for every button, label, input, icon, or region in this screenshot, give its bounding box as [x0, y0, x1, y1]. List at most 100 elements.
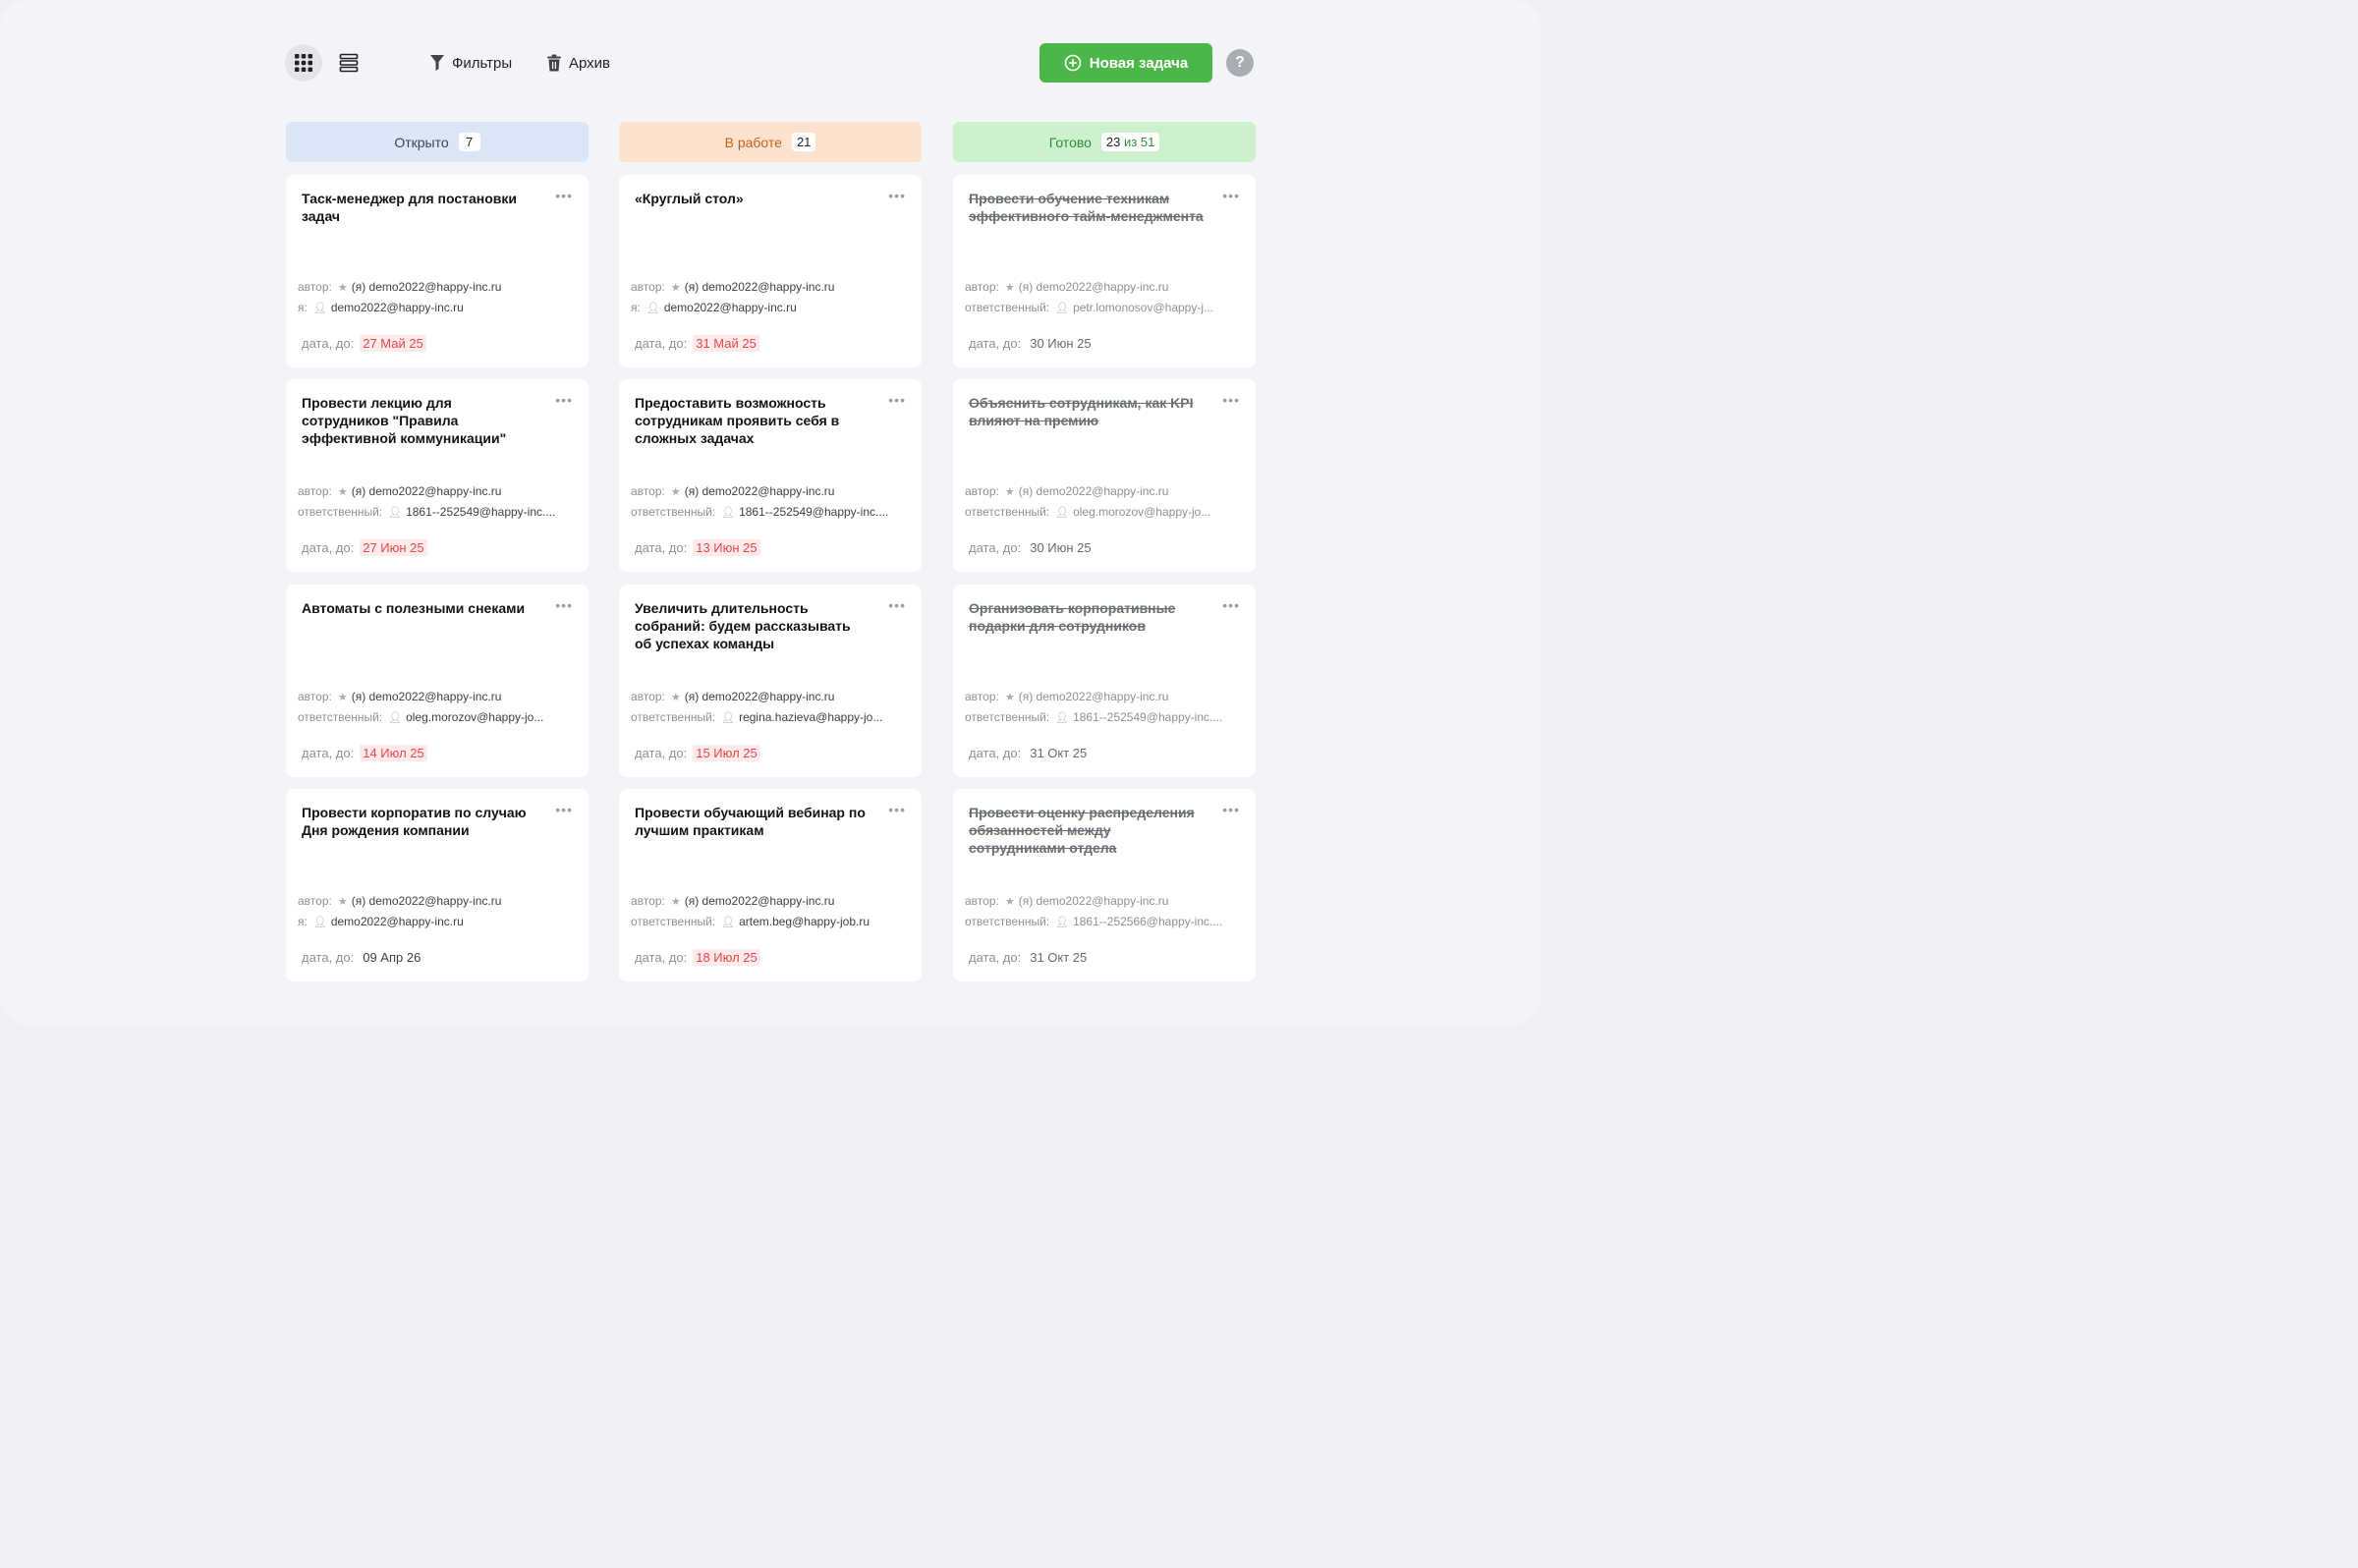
due-label: дата, до: — [635, 336, 688, 351]
responsible-label: я: — [298, 915, 308, 928]
more-icon[interactable]: ••• — [555, 393, 573, 407]
due-row: дата, до: 27 Май 25 — [302, 335, 426, 352]
responsible-row: ответственный: 👤︎ 1861--252549@happy-inc..… — [965, 709, 1248, 725]
star-icon: ★ — [1004, 486, 1015, 498]
user-icon: 👤︎ — [1055, 917, 1070, 928]
responsible-label: ответственный: — [631, 505, 716, 519]
task-card[interactable]: Провести лекцию для сотрудников "Правила… — [286, 379, 589, 572]
user-icon: 👤︎ — [1055, 303, 1070, 314]
task-card[interactable]: Таск-менеджер для постановки задач ••• а… — [286, 175, 589, 367]
filters-label: Фильтры — [452, 54, 513, 72]
task-card[interactable]: Объяснить сотрудникам, как KPI влияют на… — [953, 379, 1256, 572]
task-title: Провести оценку распределения обязанност… — [969, 805, 1195, 856]
responsible-row: ответственный: 👤︎ oleg.morozov@happy-jo... — [965, 504, 1248, 520]
new-task-label: Новая задача — [1089, 54, 1189, 72]
filters-button[interactable]: Фильтры — [429, 51, 512, 75]
new-task-button[interactable]: Новая задача — [1039, 43, 1212, 83]
task-title: Провести обучение техникам эффективного … — [969, 191, 1204, 224]
more-icon[interactable]: ••• — [1222, 803, 1240, 816]
task-title: Предоставить возможность сотрудникам про… — [635, 395, 840, 446]
responsible-label: ответственный: — [965, 505, 1050, 519]
column-header[interactable]: В работе 21 — [619, 122, 922, 162]
app-window: Фильтры Архив Новая задача ? Открыто 7 Т… — [0, 0, 1541, 1025]
author-row: автор: ★ (я) demo2022@happy-inc.ru — [298, 689, 581, 704]
due-row: дата, до: 14 Июл 25 — [302, 745, 427, 761]
column-header[interactable]: Открыто 7 — [286, 122, 589, 162]
author-row: автор: ★ (я) demo2022@happy-inc.ru — [298, 279, 581, 295]
responsible-label: ответственный: — [631, 915, 716, 928]
more-icon[interactable]: ••• — [555, 598, 573, 612]
list-view-button[interactable] — [330, 44, 367, 82]
author-row: автор: ★ (я) demo2022@happy-inc.ru — [298, 893, 581, 909]
grid-view-button[interactable] — [285, 44, 322, 82]
due-label: дата, до: — [302, 746, 355, 760]
star-icon: ★ — [670, 896, 681, 908]
star-icon: ★ — [670, 486, 681, 498]
more-icon[interactable]: ••• — [555, 189, 573, 202]
count-badge: 21 — [791, 133, 816, 151]
more-icon[interactable]: ••• — [888, 393, 906, 407]
more-icon[interactable]: ••• — [555, 803, 573, 816]
star-icon: ★ — [670, 692, 681, 703]
task-card[interactable]: Провести оценку распределения обязанност… — [953, 789, 1256, 981]
due-date: 14 Июл 25 — [360, 745, 427, 761]
user-icon: 👤︎ — [388, 712, 403, 724]
task-card[interactable]: «Круглый стол» ••• автор: ★ (я) demo2022@h… — [619, 175, 922, 367]
task-title: Провести корпоратив по случаю Дня рожден… — [302, 805, 527, 838]
author-label: автор: — [631, 690, 665, 703]
responsible-label: ответственный: — [965, 301, 1050, 314]
toolbar: Фильтры Архив Новая задача ? — [285, 43, 1256, 83]
more-icon[interactable]: ••• — [1222, 393, 1240, 407]
task-card[interactable]: Увеличить длительность собраний: будем р… — [619, 585, 922, 777]
task-card[interactable]: Провести корпоратив по случаю Дня рожден… — [286, 789, 589, 981]
due-date: 27 Май 25 — [360, 335, 426, 352]
star-icon: ★ — [1004, 692, 1015, 703]
responsible-row: ответственный: 👤︎ artem.beg@happy-job.ru — [631, 914, 914, 929]
due-row: дата, до: 09 Апр 26 — [302, 950, 423, 965]
plus-circle-icon — [1064, 54, 1082, 72]
task-card[interactable]: Провести обучающий вебинар по лучшим пра… — [619, 789, 922, 981]
author-row: автор: ★ (я) demo2022@happy-inc.ru — [965, 689, 1248, 704]
due-date: 27 Июн 25 — [360, 539, 427, 556]
author-label: автор: — [631, 484, 665, 498]
more-icon[interactable]: ••• — [1222, 598, 1240, 612]
responsible-value: demo2022@happy-inc.ru — [330, 915, 464, 928]
responsible-row: ответственный: 👤︎ 1861--252549@happy-inc..… — [631, 504, 914, 520]
author-value: (я) demo2022@happy-inc.ru — [684, 690, 835, 703]
user-icon: 👤︎ — [646, 303, 660, 314]
author-value: (я) demo2022@happy-inc.ru — [351, 484, 502, 498]
star-icon: ★ — [337, 486, 348, 498]
responsible-row: я: 👤︎ demo2022@happy-inc.ru — [631, 300, 914, 315]
responsible-label: я: — [631, 301, 641, 314]
more-icon[interactable]: ••• — [888, 598, 906, 612]
column-title: Готово — [1048, 134, 1092, 150]
responsible-row: я: 👤︎ demo2022@happy-inc.ru — [298, 300, 581, 315]
due-label: дата, до: — [635, 950, 688, 965]
author-row: автор: ★ (я) demo2022@happy-inc.ru — [298, 483, 581, 499]
trash-icon — [547, 54, 561, 72]
more-icon[interactable]: ••• — [888, 803, 906, 816]
due-label: дата, до: — [969, 540, 1022, 555]
responsible-row: ответственный: 👤︎ 1861--252566@happy-inc..… — [965, 914, 1248, 929]
task-card[interactable]: Автоматы с полезными снеками ••• автор: ★… — [286, 585, 589, 777]
archive-button[interactable]: Архив — [546, 51, 610, 75]
list-icon — [339, 53, 359, 73]
task-card[interactable]: Организовать корпоративные подарки для с… — [953, 585, 1256, 777]
responsible-value: 1861--252549@happy-inc.... — [406, 505, 556, 519]
due-label: дата, до: — [635, 746, 688, 760]
due-row: дата, до: 18 Июл 25 — [635, 949, 760, 966]
column-open: Открыто 7 Таск-менеджер для постановки з… — [286, 122, 589, 981]
help-button[interactable]: ? — [1226, 49, 1254, 77]
author-value: (я) demo2022@happy-inc.ru — [1018, 690, 1169, 703]
more-icon[interactable]: ••• — [1222, 189, 1240, 202]
more-icon[interactable]: ••• — [888, 189, 906, 202]
due-row: дата, до: 31 Окт 25 — [969, 746, 1090, 760]
due-date: 30 Июн 25 — [1030, 540, 1092, 555]
star-icon: ★ — [337, 692, 348, 703]
author-value: (я) demo2022@happy-inc.ru — [684, 280, 835, 294]
task-card[interactable]: Провести обучение техникам эффективного … — [953, 175, 1256, 367]
column-header[interactable]: Готово 23 из 51 — [953, 122, 1256, 162]
task-card[interactable]: Предоставить возможность сотрудникам про… — [619, 379, 922, 572]
author-row: автор: ★ (я) demo2022@happy-inc.ru — [631, 483, 914, 499]
author-label: автор: — [298, 484, 332, 498]
